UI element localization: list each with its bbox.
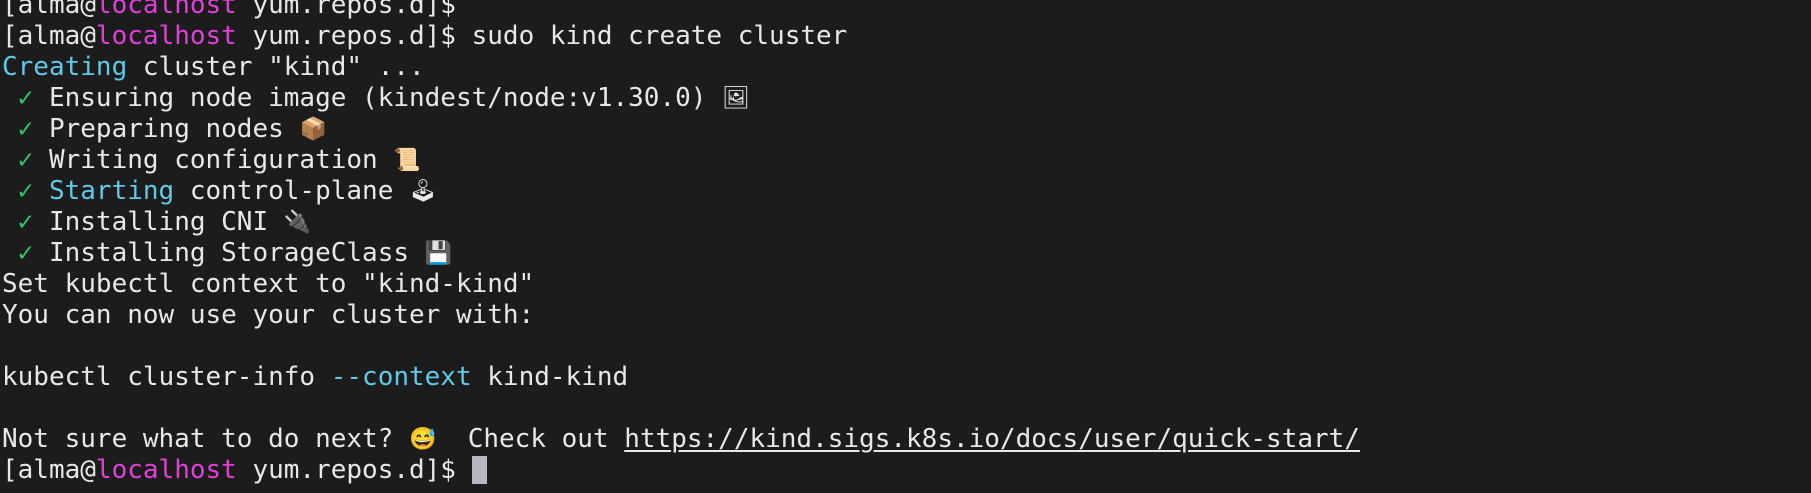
step-line: ✓ Preparing nodes 📦 <box>2 114 1360 145</box>
next-question: Not sure what to do next? <box>2 424 394 454</box>
prompt-path: yum.repos.d]$ <box>236 455 472 485</box>
prompt-user: [alma@ <box>2 455 96 485</box>
context-value: kind-kind <box>471 362 629 392</box>
text-cursor[interactable] <box>471 456 487 484</box>
check-icon: ✓ <box>17 238 34 268</box>
prompt-host: localhost <box>95 21 237 51</box>
terminal-output: [alma@localhost yum.repos.d]$ [alma@loca… <box>2 0 1360 486</box>
floppy-disk-icon: 💾 <box>424 240 453 266</box>
prompt-user: [alma@ <box>2 0 96 20</box>
next-steps-line: Not sure what to do next? 😅 Check out ht… <box>2 424 1360 455</box>
creating-line: Creating cluster "kind" ... <box>2 52 1360 83</box>
step-line: ✓ Starting control-plane 🕹 <box>2 176 1360 207</box>
step-line: ✓ Installing StorageClass 💾 <box>2 238 1360 269</box>
step-label: Installing StorageClass <box>48 238 409 268</box>
prompt-path: yum.repos.d]$ <box>236 21 472 51</box>
check-icon: ✓ <box>17 145 34 175</box>
step-label: control-plane <box>174 176 394 206</box>
kubectl-command-line: kubectl cluster-info --context kind-kind <box>2 362 1360 393</box>
prompt-host: localhost <box>95 0 237 20</box>
step-label: Writing configuration <box>48 145 378 175</box>
kubectl-command: kubectl cluster-info <box>2 362 331 392</box>
step-line: ✓ Ensuring node image (kindest/node:v1.3… <box>2 83 1360 114</box>
command-text: sudo kind create cluster <box>471 21 848 51</box>
check-icon: ✓ <box>17 83 34 113</box>
scrolled-prompt-line: [alma@localhost yum.repos.d]$ <box>2 0 1360 21</box>
creating-text: cluster "kind" ... <box>127 52 425 82</box>
box-icon: 📦 <box>299 116 327 142</box>
check-icon: ✓ <box>17 176 34 206</box>
prompt-path: yum.repos.d]$ <box>236 0 472 20</box>
terminal-window[interactable]: [alma@localhost yum.repos.d]$ [alma@loca… <box>0 0 1811 493</box>
plug-icon: 🔌 <box>283 209 312 235</box>
step-label: Installing CNI <box>48 207 269 237</box>
check-out-text: Check out <box>436 424 625 454</box>
quick-start-link[interactable]: https://kind.sigs.k8s.io/docs/user/quick… <box>624 424 1360 454</box>
context-flag: --context <box>330 362 472 392</box>
step-label: Preparing nodes <box>48 114 284 144</box>
command-line: [alma@localhost yum.repos.d]$ sudo kind … <box>2 21 1360 52</box>
step-label: Ensuring node image (kindest/node:v1.30.… <box>48 83 707 113</box>
active-prompt-line[interactable]: [alma@localhost yum.repos.d]$ <box>2 455 1360 486</box>
check-icon: ✓ <box>17 114 34 144</box>
joystick-icon: 🕹 <box>409 178 437 204</box>
grinning-sweat-icon: 😅 <box>409 426 437 452</box>
context-line: Set kubectl context to "kind-kind" <box>2 269 535 299</box>
image-icon: 🖼 <box>722 85 751 111</box>
use-cluster-line: You can now use your cluster with: <box>2 300 535 330</box>
step-line: ✓ Writing configuration 📜 <box>2 145 1360 176</box>
check-icon: ✓ <box>17 207 34 237</box>
scroll-icon: 📜 <box>393 147 421 173</box>
creating-verb: Creating <box>2 52 128 82</box>
step-line: ✓ Installing CNI 🔌 <box>2 207 1360 238</box>
prompt-user: [alma@ <box>2 21 96 51</box>
step-prefix: Starting <box>48 176 175 206</box>
prompt-host: localhost <box>95 455 237 485</box>
